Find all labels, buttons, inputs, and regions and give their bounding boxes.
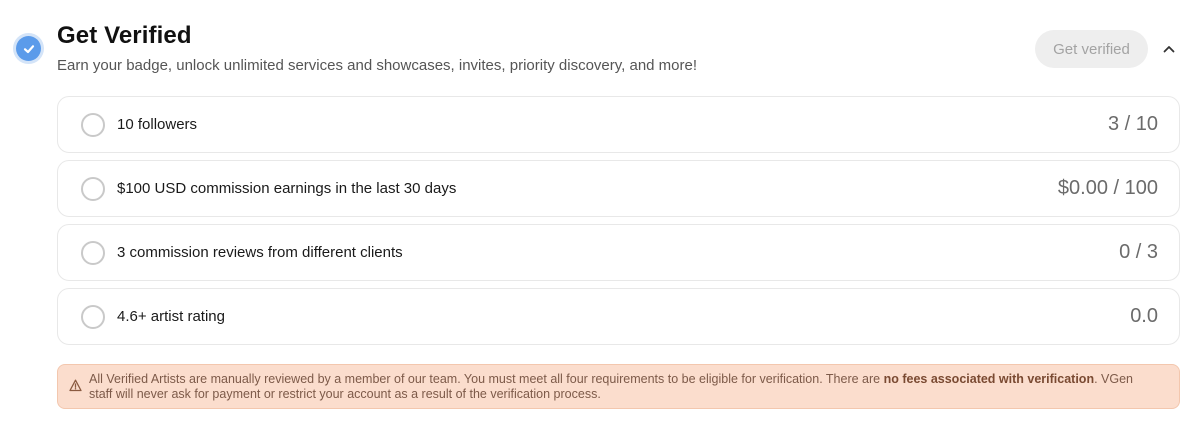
requirements-list: 10 followers 3 / 10 $100 USD commission … <box>57 96 1180 352</box>
incomplete-circle-icon <box>81 112 105 137</box>
page-subtitle: Earn your badge, unlock unlimited servic… <box>57 57 698 74</box>
get-verified-button[interactable]: Get verified <box>1035 30 1148 68</box>
requirement-followers: 10 followers 3 / 10 <box>57 96 1180 153</box>
requirement-progress: 0.0 <box>1130 305 1158 327</box>
requirement-earnings: $100 USD commission earnings in the last… <box>57 160 1180 217</box>
get-verified-panel: Get Verified Earn your badge, unlock unl… <box>0 0 1200 426</box>
chevron-up-icon[interactable] <box>1160 40 1178 58</box>
notice-text: All Verified Artists are manually review… <box>89 372 1133 401</box>
requirement-reviews: 3 commission reviews from different clie… <box>57 224 1180 281</box>
incomplete-circle-icon <box>81 304 105 329</box>
verified-check-icon <box>16 36 41 61</box>
requirement-label: $100 USD commission earnings in the last… <box>117 180 457 197</box>
verification-notice: All Verified Artists are manually review… <box>57 364 1180 409</box>
requirement-progress: $0.00 / 100 <box>1057 177 1158 199</box>
requirement-label: 10 followers <box>117 116 198 133</box>
incomplete-circle-icon <box>81 240 105 265</box>
requirement-progress: 3 / 10 <box>1107 113 1158 135</box>
warning-icon <box>69 379 82 392</box>
requirement-rating: 4.6+ artist rating 0.0 <box>57 288 1180 345</box>
notice-emphasis: no fees associated with verification <box>883 372 1095 386</box>
requirement-progress: 0 / 3 <box>1119 241 1158 263</box>
page-title: Get Verified <box>57 22 192 49</box>
incomplete-circle-icon <box>81 176 105 201</box>
requirement-label: 4.6+ artist rating <box>117 308 225 325</box>
requirement-label: 3 commission reviews from different clie… <box>117 244 403 261</box>
